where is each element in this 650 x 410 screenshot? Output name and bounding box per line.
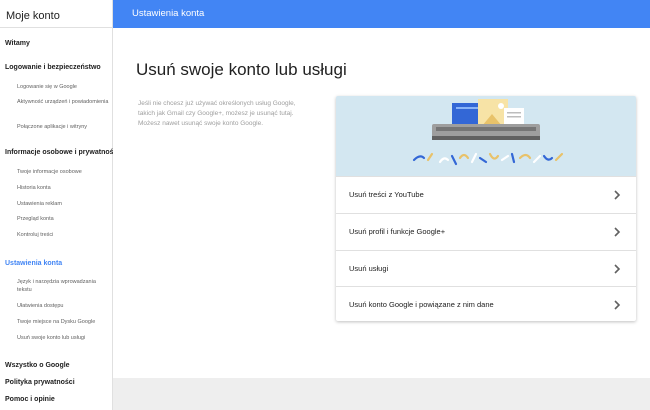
- top-bar: Ustawienia konta: [113, 0, 650, 28]
- sidebar-item-account-overview[interactable]: Przegląd konta: [17, 215, 111, 223]
- chevron-right-icon: [614, 300, 621, 310]
- chevron-right-icon: [614, 264, 621, 274]
- sidebar-header: Moje konto: [0, 0, 112, 28]
- option-label: Usuń usługi: [349, 264, 389, 273]
- sidebar-item-drive-storage[interactable]: Twoje miejsce na Dysku Google: [17, 318, 111, 326]
- main-content: Usuń swoje konto lub usługi Jeśli nie ch…: [113, 28, 650, 378]
- page-description: Jeśli nie chcesz już używać określonych …: [138, 100, 296, 127]
- option-delete-services[interactable]: Usuń usługi: [336, 250, 636, 287]
- sidebar-item-control-content[interactable]: Kontroluj treści: [17, 231, 111, 239]
- sidebar-title[interactable]: Moje konto: [6, 10, 60, 22]
- options-card: Usuń treści z YouTube Usuń profil i funk…: [336, 96, 636, 321]
- option-delete-google-plus[interactable]: Usuń profil i funkcje Google+: [336, 213, 636, 250]
- shredder-illustration: [336, 96, 636, 176]
- sidebar-item-ad-settings[interactable]: Ustawienia reklam: [17, 200, 111, 208]
- chevron-right-icon: [614, 190, 621, 200]
- option-label: Usuń treści z YouTube: [349, 190, 424, 199]
- sidebar-item-delete-account[interactable]: Usuń swoje konto lub usługi: [17, 334, 111, 342]
- option-delete-youtube[interactable]: Usuń treści z YouTube: [336, 176, 636, 213]
- sidebar-item-personal-info[interactable]: Twoje informacje osobowe: [17, 168, 111, 176]
- sidebar-section-account-prefs[interactable]: Ustawienia konta: [5, 260, 62, 267]
- sidebar-item-privacy-policy[interactable]: Polityka prywatności: [5, 379, 75, 386]
- sidebar-item-language[interactable]: Język i narzędzia wprowadzania tekstu: [17, 278, 111, 294]
- sidebar-item-accessibility[interactable]: Ułatwienia dostępu: [17, 302, 111, 310]
- sidebar-item-account-history[interactable]: Historia konta: [17, 184, 111, 192]
- shredder-icon: [412, 99, 564, 166]
- option-label: Usuń konto Google i powiązane z nim dane: [349, 300, 494, 309]
- chevron-right-icon: [614, 227, 621, 237]
- option-label: Usuń profil i funkcje Google+: [349, 227, 446, 236]
- page-title: Usuń swoje konto lub usługi: [136, 60, 347, 79]
- footer-area: [113, 378, 650, 410]
- sidebar-item-signin[interactable]: Logowanie się w Google: [17, 83, 111, 91]
- top-bar-title: Ustawienia konta: [132, 8, 205, 19]
- sidebar: Moje konto Witamy Logowanie i bezpieczeń…: [0, 0, 117, 410]
- sidebar-item-connected-apps[interactable]: Połączone aplikacje i witryny: [17, 123, 111, 131]
- sidebar-item-about-google[interactable]: Wszystko o Google: [5, 362, 70, 369]
- sidebar-item-help-feedback[interactable]: Pomoc i opinie: [5, 396, 55, 403]
- sidebar-item-welcome[interactable]: Witamy: [5, 40, 30, 47]
- sidebar-section-security[interactable]: Logowanie i bezpieczeństwo: [5, 64, 101, 71]
- option-delete-google-account[interactable]: Usuń konto Google i powiązane z nim dane: [336, 286, 636, 321]
- sidebar-section-privacy[interactable]: Informacje osobowe i prywatność: [5, 149, 117, 156]
- sidebar-item-device-activity[interactable]: Aktywność urządzeń i powiadomienia: [17, 98, 111, 106]
